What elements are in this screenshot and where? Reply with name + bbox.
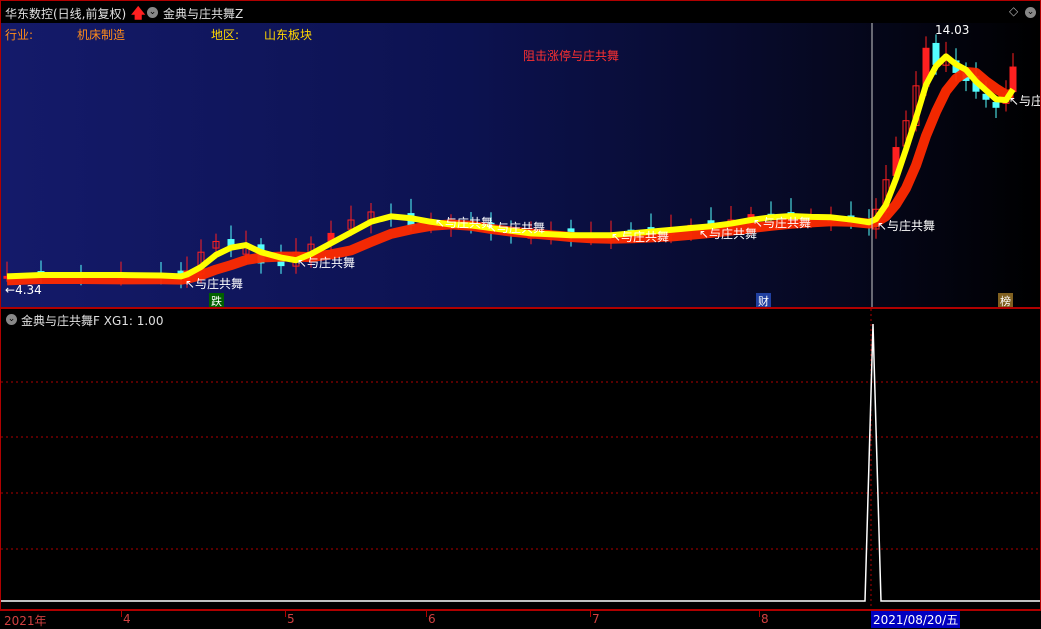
signal-annotation: ↖与庄共舞 — [753, 215, 811, 230]
xg1-signal-line — [1, 323, 1040, 602]
chevron-down-icon[interactable]: ⌄ — [6, 314, 17, 325]
time-label: 6 — [428, 612, 436, 626]
indicator-header: 金典与庄共舞F XG1: 1.00 — [21, 314, 164, 328]
signal-annotation: ↖与庄共舞 — [611, 229, 669, 244]
candle-body — [1009, 66, 1017, 93]
event-marker-finance[interactable]: 财 — [756, 293, 771, 307]
low-price-value: 4.34 — [15, 283, 42, 297]
time-tick — [590, 611, 591, 617]
high-price-marker: 14.03 — [935, 23, 970, 37]
time-tick — [759, 611, 760, 617]
signal-annotation: ↖与庄共舞 — [699, 226, 757, 241]
time-label: 8 — [761, 612, 769, 626]
chevron-down-icon[interactable]: ⌄ — [1025, 7, 1036, 18]
event-marker-ranking[interactable]: 榜 — [998, 293, 1013, 307]
signal-annotation: ↖与庄共舞 — [877, 218, 935, 233]
industry-label: 行业: — [5, 28, 34, 42]
signal-annotation: ↖与庄共舞 — [185, 276, 243, 291]
time-label: 4 — [123, 612, 131, 626]
candle-body — [992, 102, 1000, 108]
cursor-date: 2021/08/20/五 — [871, 611, 961, 628]
stock-title: 华东数控(日线,前复权) — [5, 7, 127, 21]
region-value: 山东板块 — [264, 28, 313, 42]
time-axis: 2021年 4 5 6 7 8 2021/08/20/五 — [0, 610, 1041, 628]
time-tick — [285, 611, 286, 617]
signal-annotation: ↖与庄共舞 — [297, 255, 355, 270]
title-bar: 华东数控(日线,前复权) 🡅 ⌄ 金典与庄共舞Z ◇ ⌄ — [1, 1, 1040, 23]
up-arrow-icon: 🡅 — [131, 6, 146, 22]
signal-annotation: ↖与庄共舞 — [487, 220, 545, 235]
event-marker-drop[interactable]: 跌 — [209, 293, 224, 307]
fast-ma-line — [6, 53, 1016, 280]
industry-value: 机床制造 — [77, 28, 126, 42]
diamond-icon[interactable]: ◇ — [1009, 4, 1018, 18]
strategy-banner: 阻击涨停与庄共舞 — [523, 49, 620, 63]
time-tick — [121, 611, 122, 617]
kline-chart[interactable]: ↖与庄共舞↖与庄共舞↖与庄共舞↖与庄共舞↖与庄共舞 ↖与庄共舞↖与庄共舞 ↖与庄共舞… — [1, 1, 1041, 308]
indicator-panel[interactable]: ⌄ 金典与庄共舞F XG1: 1.00 — [0, 308, 1041, 610]
signal-annotation: ↖与庄共舞 — [435, 215, 493, 230]
time-label: 5 — [287, 612, 295, 626]
chevron-down-icon[interactable]: ⌄ — [147, 7, 158, 18]
signal-annotation: ↖与庄共舞 — [1009, 93, 1041, 108]
time-label: 7 — [592, 612, 600, 626]
slow-ma-line — [6, 66, 1014, 286]
time-tick — [426, 611, 427, 617]
indicator-name[interactable]: 金典与庄共舞Z — [163, 5, 243, 22]
time-label: 2021年 — [4, 614, 47, 628]
low-price-marker: ←4.34 — [5, 283, 42, 297]
indicator-chart[interactable] — [1, 309, 1040, 609]
region-label: 地区: — [211, 28, 240, 42]
kline-panel[interactable]: ↖与庄共舞 ↖与庄共舞 ↖与庄共舞 ↖与庄共舞 ↖与庄共舞 ↖与庄共舞 ↖与庄共舞 ↖与庄共舞… — [0, 0, 1041, 308]
